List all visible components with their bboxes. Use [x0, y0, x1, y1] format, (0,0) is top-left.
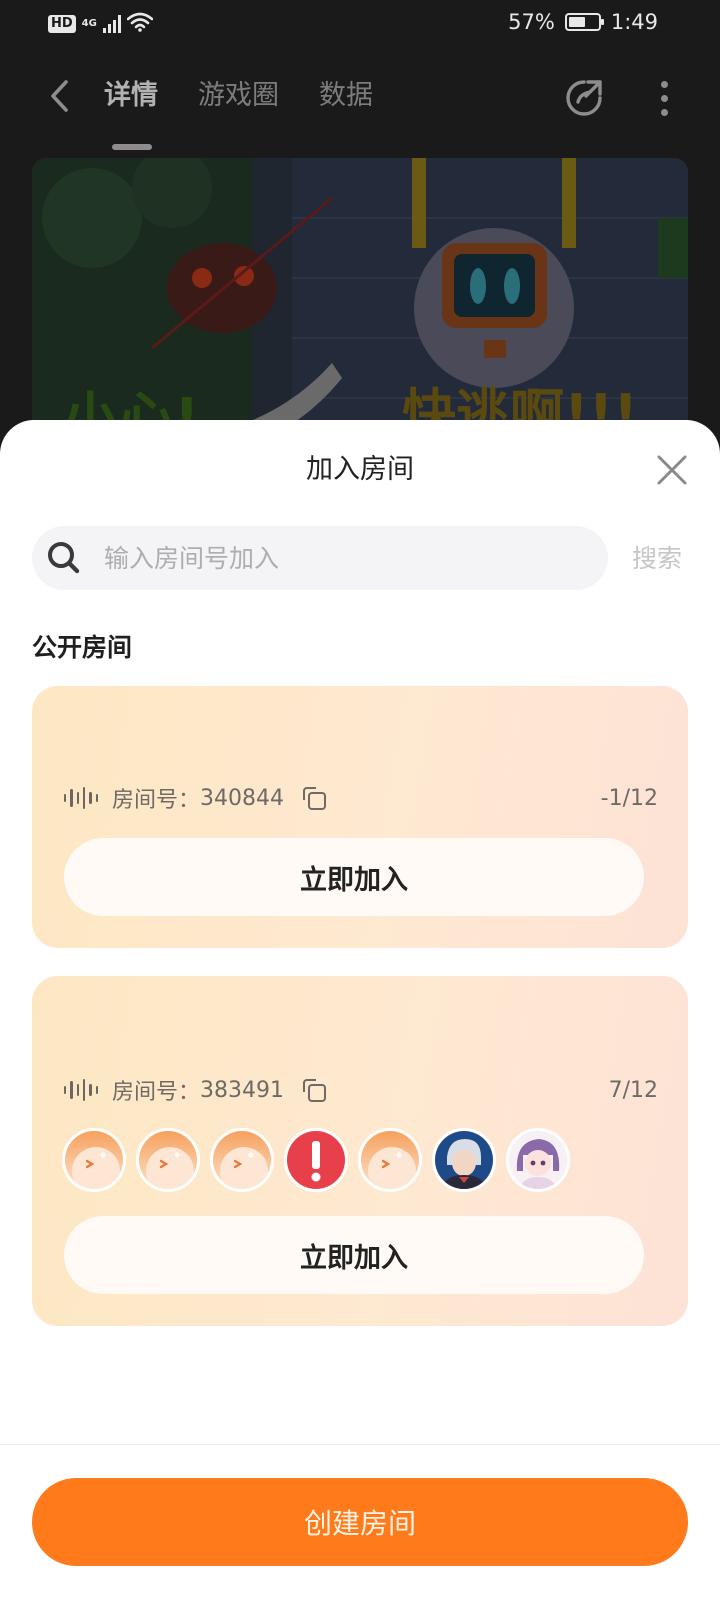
user-avatar-anime-boy[interactable]	[432, 1128, 496, 1192]
share-icon	[566, 80, 602, 116]
join-now-button[interactable]: 立即加入	[64, 838, 644, 916]
audio-wave-icon	[64, 1078, 98, 1102]
more-options-button[interactable]	[644, 78, 684, 118]
tab-game-circle-label: 游戏圈	[198, 80, 279, 111]
room-number-input[interactable]	[104, 526, 594, 590]
nav-tabs: 详情 游戏圈 数据	[104, 78, 373, 150]
clock: 1:49	[610, 10, 658, 34]
game-banner-illustration: 小心! 快逃啊!!!	[32, 158, 688, 458]
share-button[interactable]	[562, 76, 606, 120]
battery-fill	[568, 17, 585, 27]
status-left: HD 4G	[48, 12, 154, 36]
join-now-button[interactable]: 立即加入	[64, 1216, 644, 1294]
player-avatars	[62, 1128, 570, 1192]
room-player-count: 7/12	[608, 1077, 658, 1103]
divider	[0, 1444, 720, 1445]
create-room-button[interactable]: 创建房间	[32, 1478, 688, 1566]
game-banner[interactable]: 小心! 快逃啊!!!	[32, 158, 688, 458]
tab-active-indicator	[112, 144, 152, 150]
copy-icon[interactable]	[302, 786, 326, 810]
battery-percent: 57%	[508, 10, 555, 34]
tab-data-label: 数据	[319, 80, 373, 111]
tab-details[interactable]: 详情	[104, 78, 158, 150]
top-nav: 详情 游戏圈 数据	[0, 66, 720, 150]
chevron-left-icon	[51, 80, 68, 112]
room-number-label: 房间号：	[112, 788, 201, 813]
default-avatar[interactable]	[62, 1128, 126, 1192]
room-number-label: 房间号：	[112, 1080, 201, 1105]
status-bar: HD 4G 57% 1:49	[0, 0, 720, 50]
default-avatar[interactable]	[358, 1128, 422, 1192]
wifi-icon	[126, 12, 154, 36]
room-player-count: -1/12	[600, 785, 658, 811]
close-icon	[657, 455, 687, 485]
tab-game-circle[interactable]: 游戏圈	[198, 78, 279, 114]
search-button[interactable]: 搜索	[632, 542, 682, 576]
tab-details-label: 详情	[104, 80, 158, 111]
more-dot-icon	[660, 108, 668, 116]
user-avatar-anime-girl[interactable]	[506, 1128, 570, 1192]
join-room-sheet: 加入房间 搜索 公开房间 房间号： 340844 -1/12 立即加入	[0, 420, 720, 1600]
back-button[interactable]	[40, 76, 80, 116]
network-label: 4G	[81, 18, 97, 29]
copy-icon[interactable]	[302, 1078, 326, 1102]
search-box	[32, 526, 608, 590]
signal-icon	[102, 15, 121, 33]
room-number: 383491	[200, 1077, 284, 1103]
room-card: 房间号： 340844 -1/12 立即加入	[32, 686, 688, 948]
room-card: 房间号： 383491 7/12 立即加入	[32, 976, 688, 1326]
more-dot-icon	[660, 80, 668, 88]
more-dot-icon	[660, 94, 668, 102]
hd-badge: HD	[48, 15, 76, 33]
battery-icon	[564, 13, 604, 31]
room-number: 340844	[200, 785, 284, 811]
room-info: 房间号： 383491 7/12	[64, 1072, 658, 1108]
public-rooms-title: 公开房间	[32, 633, 133, 662]
default-avatar[interactable]	[210, 1128, 274, 1192]
audio-wave-icon	[64, 786, 98, 810]
alert-avatar[interactable]	[284, 1128, 348, 1192]
tab-data[interactable]: 数据	[319, 78, 373, 114]
sheet-title: 加入房间	[306, 454, 414, 485]
status-right: 57% 1:49	[508, 10, 658, 34]
room-info: 房间号： 340844 -1/12	[64, 780, 658, 816]
search-icon	[48, 542, 80, 574]
default-avatar[interactable]	[136, 1128, 200, 1192]
close-button[interactable]	[652, 450, 692, 490]
